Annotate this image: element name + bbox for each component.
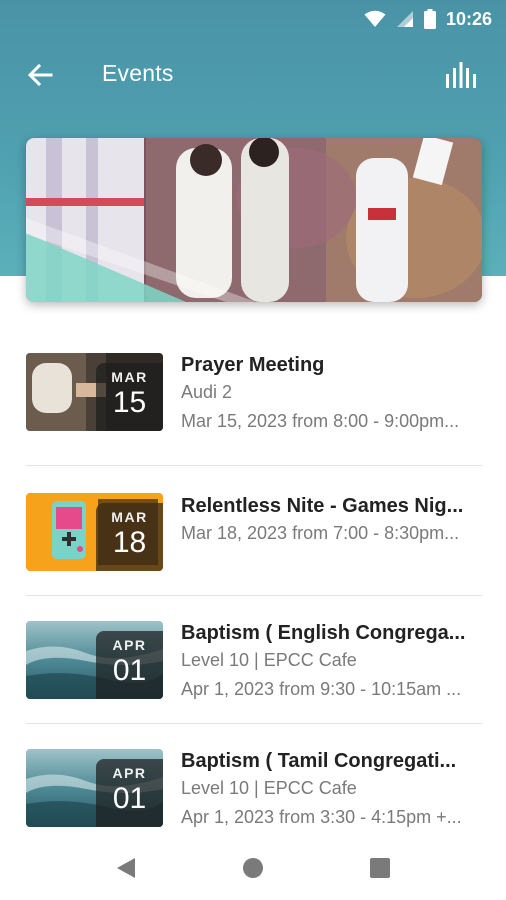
nav-back-button[interactable] xyxy=(114,856,138,880)
event-datetime: Mar 15, 2023 from 8:00 - 9:00pm... xyxy=(181,411,460,431)
date-month: MAR xyxy=(111,369,148,385)
date-badge: APR 01 xyxy=(96,631,163,699)
back-triangle-icon xyxy=(117,858,135,878)
status-bar: 10:26 xyxy=(0,0,506,38)
event-item[interactable]: MAR 18 Relentless Nite - Games Nig... Ma… xyxy=(26,466,482,596)
event-info: Prayer Meeting Audi 2 Mar 15, 2023 from … xyxy=(181,352,482,436)
event-item[interactable]: MAR 15 Prayer Meeting Audi 2 Mar 15, 202… xyxy=(26,338,482,466)
event-info: Baptism ( English Congrega... Level 10 |… xyxy=(181,620,482,704)
date-day: 01 xyxy=(112,654,147,687)
event-info: Baptism ( Tamil Congregati... Level 10 |… xyxy=(181,748,482,832)
event-name: Prayer Meeting xyxy=(181,354,325,376)
arrow-left-icon xyxy=(27,63,53,87)
date-month: APR xyxy=(112,637,147,653)
event-thumbnail: MAR 18 xyxy=(26,493,163,571)
date-day: 15 xyxy=(112,386,147,419)
date-badge: MAR 15 xyxy=(96,363,163,431)
system-nav-bar xyxy=(0,836,506,900)
date-badge: MAR 18 xyxy=(96,503,163,571)
event-thumbnail: APR 01 xyxy=(26,749,163,827)
date-month: MAR xyxy=(111,509,148,525)
page-title: Events xyxy=(102,60,174,86)
event-location: Level 10 | EPCC Cafe xyxy=(181,778,357,798)
app-bar: Events xyxy=(0,46,506,104)
date-day: 18 xyxy=(112,526,147,559)
date-badge: APR 01 xyxy=(96,759,163,827)
event-location: Audi 2 xyxy=(181,382,233,402)
event-thumbnail: MAR 15 xyxy=(26,353,163,431)
signal-icon xyxy=(396,10,414,28)
nav-recents-button[interactable] xyxy=(368,856,392,880)
nav-home-button[interactable] xyxy=(241,856,265,880)
event-name: Baptism ( English Congrega... xyxy=(181,622,466,644)
event-thumbnail: APR 01 xyxy=(26,621,163,699)
event-item[interactable]: APR 01 Baptism ( Tamil Congregati... Lev… xyxy=(26,724,482,852)
event-datetime: Apr 1, 2023 from 3:30 - 4:15pm +... xyxy=(181,807,462,827)
event-item[interactable]: APR 01 Baptism ( English Congrega... Lev… xyxy=(26,596,482,724)
bar-chart-icon xyxy=(446,62,476,88)
chart-button[interactable] xyxy=(444,58,478,92)
event-datetime: Mar 18, 2023 from 7:00 - 8:30pm... xyxy=(181,523,460,543)
event-info: Relentless Nite - Games Nig... Mar 18, 2… xyxy=(181,493,482,548)
event-name: Baptism ( Tamil Congregati... xyxy=(181,750,457,772)
battery-icon xyxy=(423,9,436,29)
date-day: 01 xyxy=(112,782,147,815)
events-list: MAR 15 Prayer Meeting Audi 2 Mar 15, 202… xyxy=(26,338,482,852)
event-location: Level 10 | EPCC Cafe xyxy=(181,650,357,670)
status-time: 10:26 xyxy=(445,8,492,29)
home-circle-icon xyxy=(243,858,263,878)
back-button[interactable] xyxy=(24,59,56,91)
banner-image xyxy=(26,138,482,302)
event-name: Relentless Nite - Games Nig... xyxy=(181,495,464,517)
featured-event-banner[interactable] xyxy=(26,138,482,302)
event-datetime: Apr 1, 2023 from 9:30 - 10:15am ... xyxy=(181,679,462,699)
wifi-icon xyxy=(364,10,386,28)
date-month: APR xyxy=(112,765,147,781)
recents-square-icon xyxy=(370,858,390,878)
